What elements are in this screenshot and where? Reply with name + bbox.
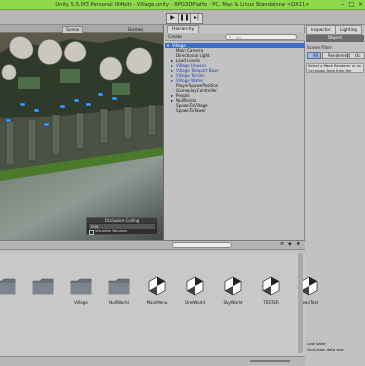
filter-all-button[interactable]: All [307, 52, 321, 59]
folder-icon [32, 278, 54, 295]
hierarchy-toolbar: Create ⌕ All [165, 33, 305, 41]
unity-scene-icon [224, 276, 242, 296]
last-bake-label: Last bake: [307, 341, 327, 346]
tab-inspector[interactable]: Inspector [306, 25, 336, 35]
icon-size-slider[interactable] [250, 360, 290, 362]
occlusion-data-size-label: Occlusion data size [307, 347, 344, 352]
scene-view-panel: Scene Gizmos Occlusion Culling Edit Visu… [0, 25, 164, 240]
folder-icon [108, 278, 130, 295]
asset-label: SkyWorld [223, 300, 243, 305]
folder-icon [70, 278, 92, 295]
gizmos-menu[interactable]: Gizmos [128, 26, 143, 33]
asset-label: OneWorld [184, 300, 206, 305]
tab-lighting[interactable]: Lighting [335, 25, 362, 35]
maximize-icon[interactable]: □ [347, 1, 356, 8]
asset-label: TESTER [263, 300, 279, 305]
asset-label: NullWorld [109, 300, 129, 305]
unity-scene-icon [186, 276, 204, 296]
asset-label: TownTest [299, 300, 319, 305]
window-title-bar: Unity 5.5.0f3 Personal (64bit) - Village… [0, 0, 365, 10]
unity-scene-icon [262, 276, 280, 296]
window-title: Unity 5.5.0f3 Personal (64bit) - Village… [55, 2, 310, 8]
scene-tab-bar: Scene Gizmos [0, 25, 163, 34]
step-icon: ▸| [193, 14, 200, 21]
filter-occluders-button[interactable]: Oc [349, 52, 365, 59]
asset-label: MainMenu [146, 300, 168, 305]
create-dropdown[interactable]: Create [168, 34, 182, 39]
scene-asset[interactable]: OneWorld [178, 275, 212, 315]
filter-renderers-label: Renderers [328, 53, 349, 58]
close-icon[interactable]: × [356, 1, 365, 8]
filter-type-icon[interactable]: ≡ [280, 241, 284, 247]
minimize-icon[interactable]: – [338, 1, 347, 8]
hierarchy-item-label: SpawnToTower [176, 108, 206, 113]
occlusion-title: Occlusion Culling [87, 218, 157, 223]
project-panel: ≡ ◈ ★ Village NullWorld MainMenu OneWorld Sk… [0, 240, 318, 366]
search-icon: ⌕ [229, 34, 232, 39]
search-placeholder: All [236, 35, 241, 40]
filter-renderers-button[interactable]: Renderers [322, 52, 348, 59]
scene-filter-label: Scene Filter: [307, 45, 333, 50]
unity-scene-icon [148, 276, 166, 296]
step-button[interactable]: ▸| [190, 13, 203, 24]
main-toolbar: ▶ ❚❚ ▸| [0, 10, 365, 25]
inspector-hint-box: Select a Mesh Renderer or an Occlusion A… [306, 63, 364, 73]
pause-icon: ❚❚ [179, 14, 190, 21]
project-toolbar: ≡ ◈ ★ [0, 241, 305, 250]
folder-icon [0, 278, 16, 295]
folder-asset[interactable]: NullWorld [102, 275, 136, 315]
play-icon: ▶ [170, 14, 175, 21]
project-v-scrollbar[interactable] [298, 253, 303, 353]
label-icon[interactable]: ◈ [288, 241, 292, 247]
hierarchy-list: ▾ Village Main Camera Directional Light ▸ Loa… [165, 43, 305, 233]
scene-asset[interactable]: MainMenu [140, 275, 174, 315]
visualize-volumes-label: Visualize Volumes [95, 229, 128, 233]
asset-label: Village [74, 300, 88, 305]
hierarchy-item[interactable]: SpawnToTower [165, 108, 305, 113]
folder-asset[interactable] [0, 275, 22, 315]
project-search-input[interactable] [172, 242, 232, 248]
filter-all-label: All [313, 53, 318, 58]
occlusion-culling-overlay: Occlusion Culling Edit Visualize Volumes [86, 217, 158, 235]
favorite-icon[interactable]: ★ [296, 241, 300, 247]
folder-asset[interactable] [26, 275, 60, 315]
scene-viewport[interactable] [0, 33, 164, 240]
project-asset-grid: Village NullWorld MainMenu OneWorld SkyWorld… [0, 253, 318, 356]
folder-asset[interactable]: Village [64, 275, 98, 315]
scene-asset[interactable]: TESTER [254, 275, 288, 315]
filter-occluders-label: Oc [355, 53, 361, 58]
hierarchy-panel: Hierarchy Create ⌕ All ▾ Village Main Came… [165, 25, 305, 251]
object-tab[interactable]: Object [306, 35, 364, 42]
hierarchy-search-input[interactable]: ⌕ All [225, 34, 297, 40]
visualize-volumes-checkbox[interactable] [89, 230, 94, 235]
scene-asset[interactable]: SkyWorld [216, 275, 250, 315]
